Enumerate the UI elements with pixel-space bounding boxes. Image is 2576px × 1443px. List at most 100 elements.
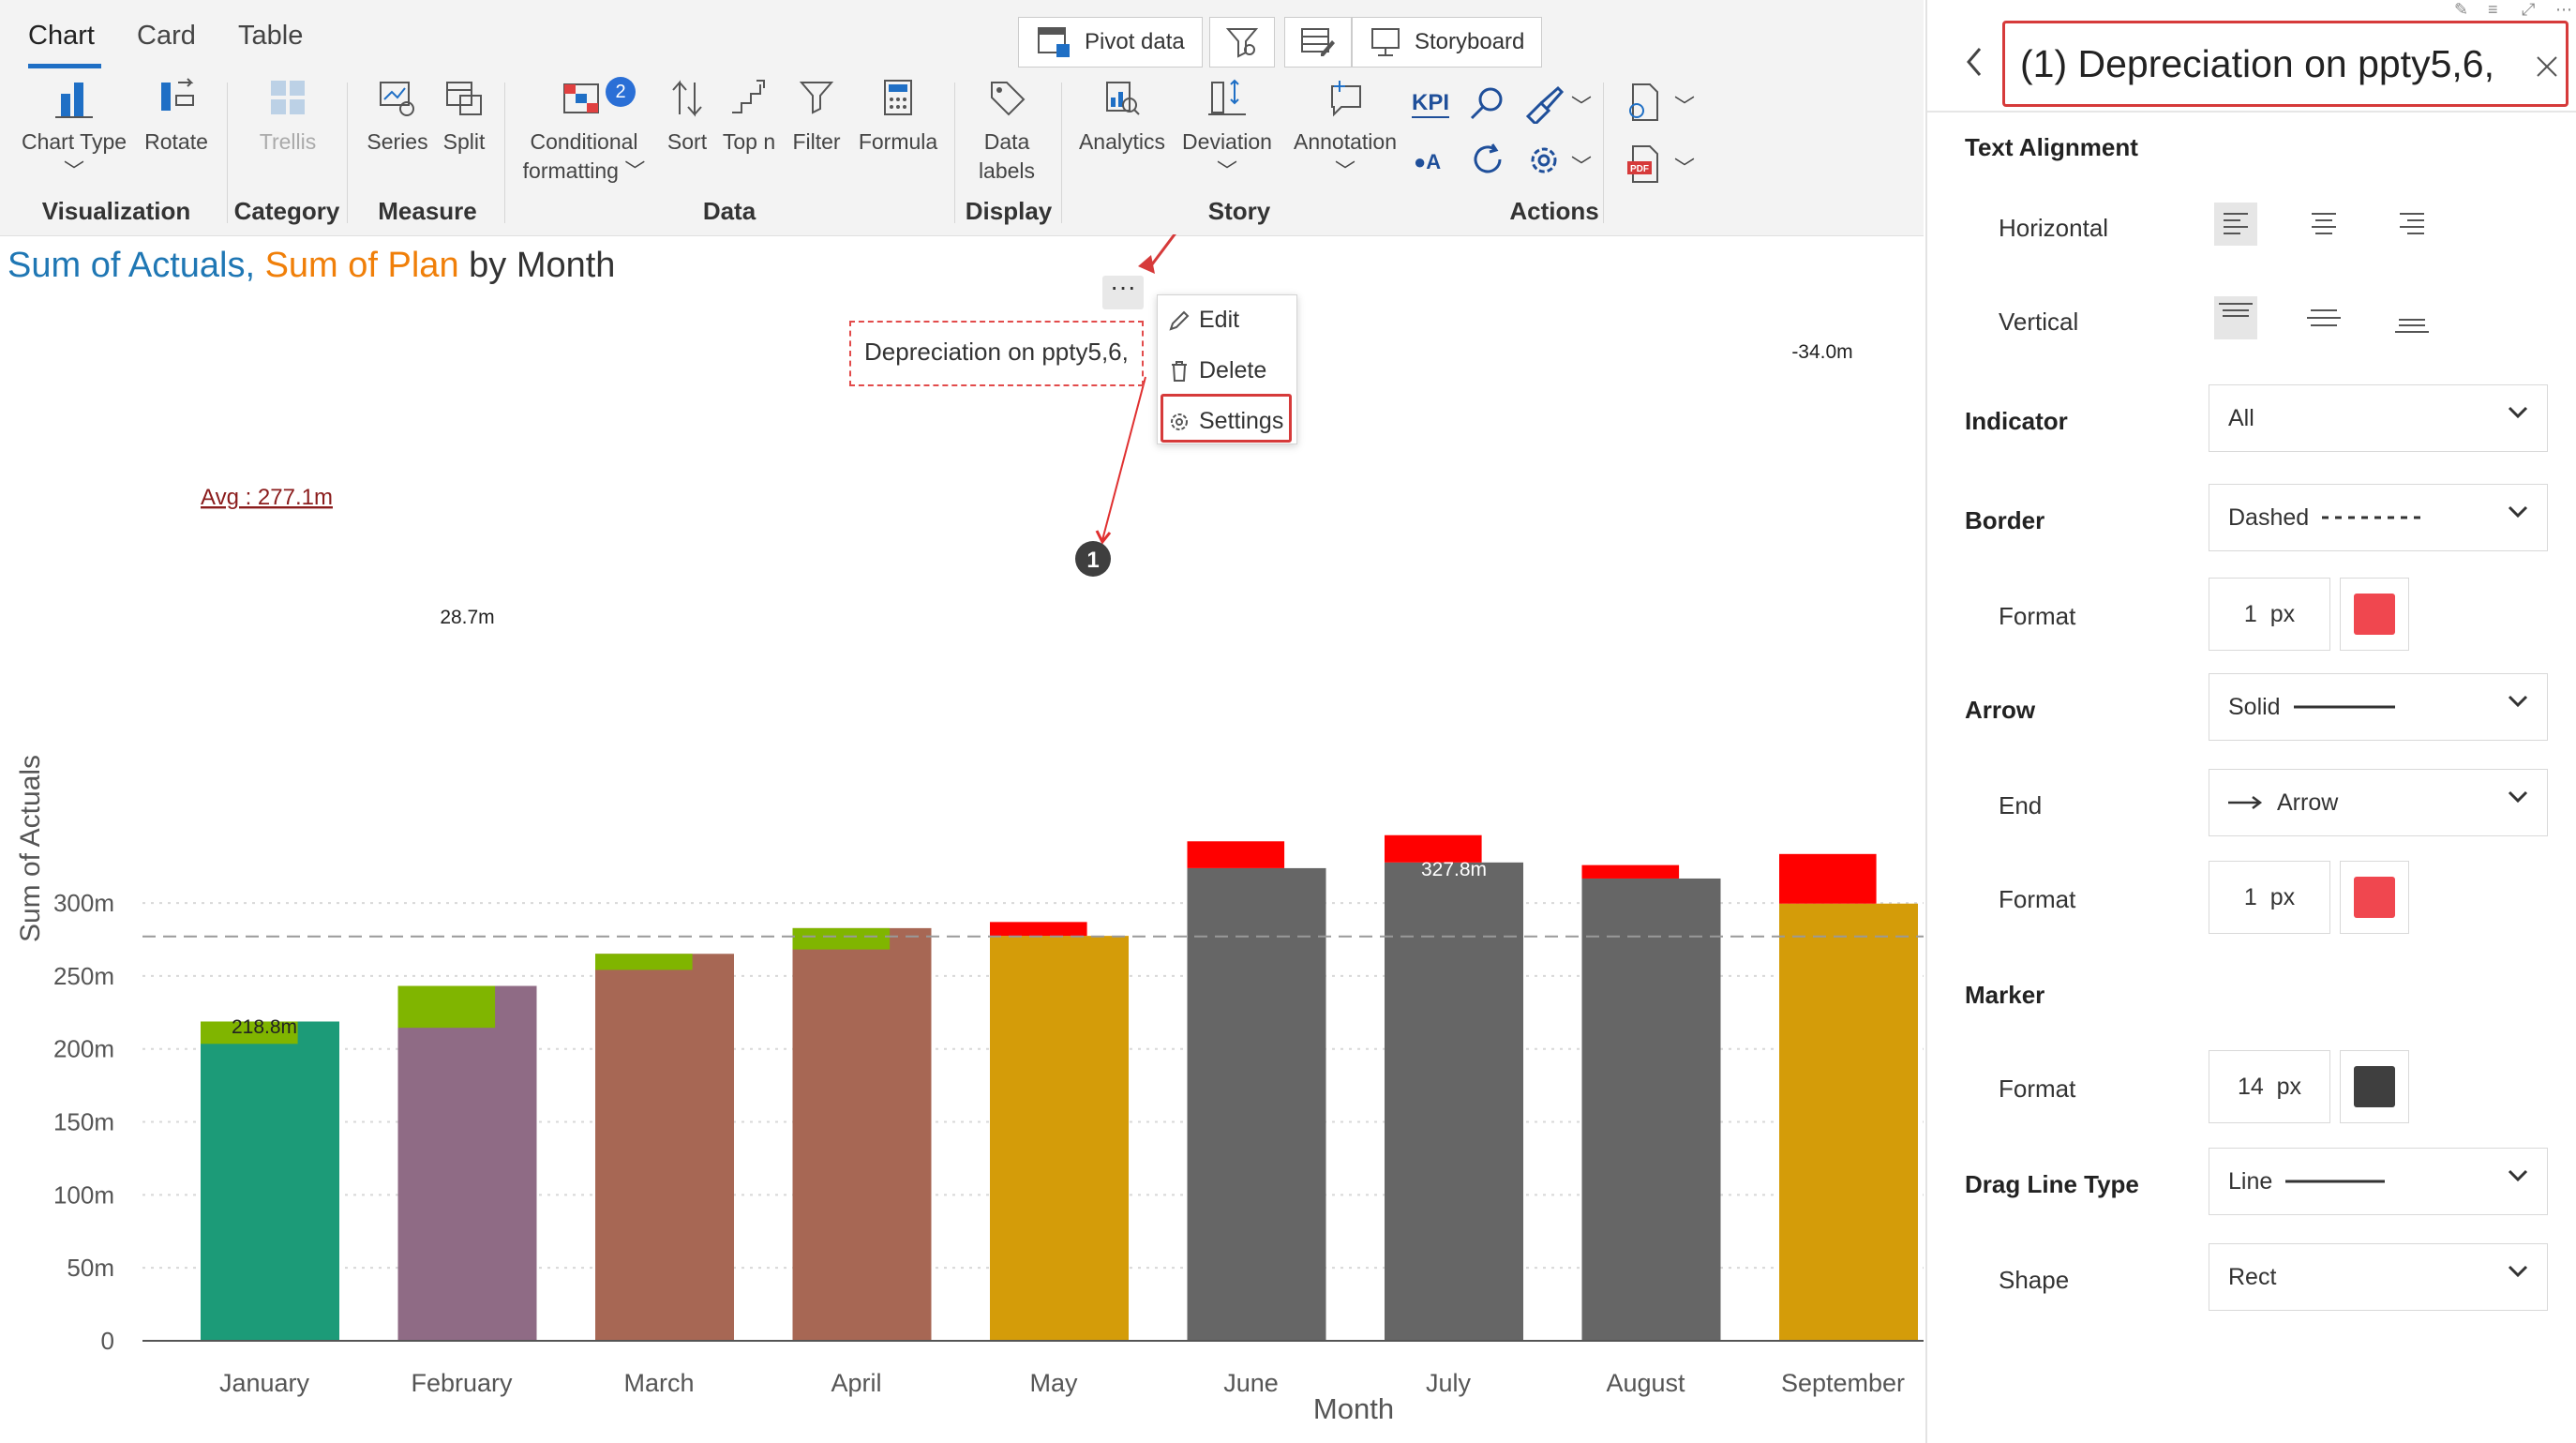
align-left-button[interactable]	[2214, 203, 2257, 246]
y-tick-label: 150m	[53, 1108, 114, 1136]
split-button[interactable]: Split	[435, 77, 493, 157]
pdf-icon[interactable]: PDF	[1624, 143, 1665, 186]
bar-variance-negative	[990, 922, 1087, 937]
arrow-style-select[interactable]: Solid	[2209, 673, 2548, 741]
data-label: 327.8m	[1421, 859, 1487, 880]
rotate-button[interactable]: Rotate	[139, 77, 214, 157]
tab-card[interactable]: Card	[137, 21, 196, 52]
chevron-down-icon[interactable]: ﹀	[1571, 150, 1592, 180]
filter-pane-button[interactable]	[1209, 17, 1275, 68]
series-button[interactable]: Series	[360, 77, 435, 157]
formula-button[interactable]: Formula	[853, 77, 943, 157]
export-settings-icon[interactable]	[1624, 81, 1665, 124]
back-chevron-icon[interactable]	[1963, 45, 1985, 79]
x-tick-label: March	[623, 1369, 694, 1397]
arrow-color-picker[interactable]	[2340, 861, 2409, 934]
storyboard-icon	[1371, 28, 1400, 56]
annotation-arrow-line	[1101, 376, 1146, 541]
group-separator	[1061, 83, 1062, 223]
menu-item-delete[interactable]: Delete	[1167, 357, 1266, 384]
analytics-button[interactable]: Analytics	[1072, 77, 1172, 157]
bar-actual	[397, 985, 537, 1341]
data-labels-button[interactable]: Data labels	[967, 77, 1046, 186]
group-separator	[1603, 83, 1604, 223]
chart-type-button[interactable]: Chart Type ﹀	[19, 77, 129, 186]
shape-select[interactable]: Rect	[2209, 1243, 2548, 1311]
bar-variance-negative	[1779, 853, 1877, 904]
pencil-icon	[1169, 310, 1190, 331]
close-icon[interactable]	[2535, 54, 2559, 79]
align-middle-button[interactable]	[2302, 296, 2345, 339]
dashed-line-icon	[2322, 516, 2428, 519]
filter-button[interactable]: Filter	[787, 77, 846, 157]
active-tab-indicator	[28, 64, 101, 68]
chevron-down-icon: ﹀	[1334, 159, 1355, 183]
border-color-picker[interactable]	[2340, 578, 2409, 651]
border-style-value: Dashed	[2228, 504, 2310, 531]
data-label: -34.0m	[1791, 341, 1852, 363]
tab-chart[interactable]: Chart	[28, 21, 95, 52]
chevron-down-icon	[2508, 406, 2528, 419]
indicator-select[interactable]: All	[2209, 384, 2548, 452]
kpi-button[interactable]: KPI	[1412, 90, 1450, 118]
arrow-end-select[interactable]: Arrow	[2209, 769, 2548, 836]
align-bottom-button[interactable]	[2390, 296, 2434, 339]
arrow-width-input[interactable]: 1 px	[2209, 861, 2330, 934]
search-icon[interactable]	[1468, 84, 1507, 124]
align-right-button[interactable]	[2390, 203, 2434, 246]
deviation-button[interactable]: Deviation ﹀	[1177, 77, 1277, 186]
top-n-button[interactable]: Top n	[718, 77, 780, 157]
gear-icon[interactable]	[1524, 141, 1564, 180]
chevron-down-icon[interactable]: ﹀	[1674, 152, 1695, 182]
y-tick-label: 250m	[53, 962, 114, 990]
solid-line-icon	[2285, 1180, 2386, 1183]
marker-size-input[interactable]: 14 px	[2209, 1050, 2330, 1123]
rotate-icon	[161, 78, 194, 111]
sort-button[interactable]: Sort	[662, 77, 712, 157]
data-label-line2: labels	[978, 158, 1036, 183]
group-separator	[504, 83, 505, 223]
chevron-down-icon[interactable]: ﹀	[1674, 90, 1695, 120]
menu-edit-label: Edit	[1199, 307, 1240, 333]
series-icon	[380, 82, 414, 116]
more-icon[interactable]: ⋯	[2555, 0, 2572, 20]
chevron-down-icon[interactable]: ﹀	[1571, 90, 1592, 120]
average-label: Avg : 277.1m	[201, 485, 333, 510]
border-width-input[interactable]: 1 px	[2209, 578, 2330, 651]
paint-brush-icon[interactable]	[1522, 84, 1565, 124]
x-axis-label: Month	[1313, 1392, 1394, 1425]
callout-arrow-head	[1138, 255, 1155, 274]
group-label-story: Story	[1207, 197, 1271, 225]
expand-icon[interactable]: ⤢	[2522, 0, 2535, 20]
y-tick-label: 100m	[53, 1180, 114, 1209]
panel-title[interactable]: (1) Depreciation on ppty5,6,	[2002, 21, 2569, 107]
border-width-unit: px	[2269, 600, 2296, 627]
pivot-data-button[interactable]: Pivot data	[1018, 17, 1203, 68]
y-tick-label: 50m	[67, 1254, 114, 1282]
filter-icon[interactable]: ≡	[2488, 0, 2498, 20]
drag-line-type-select[interactable]: Line	[2209, 1148, 2548, 1215]
menu-item-edit[interactable]: Edit	[1167, 307, 1239, 334]
trellis-button: Trellis	[246, 77, 330, 157]
marker-label: Marker	[1965, 981, 2045, 1009]
marker-color-picker[interactable]	[2340, 1050, 2409, 1123]
oa-button[interactable]: ●A	[1414, 150, 1441, 174]
annotation-box[interactable]: Depreciation on ppty5,6,	[849, 321, 1144, 386]
align-center-button[interactable]	[2302, 203, 2345, 246]
group-separator	[347, 83, 348, 223]
annotation-button[interactable]: Annotation ﹀	[1284, 77, 1406, 186]
group-label-display: Display	[965, 197, 1053, 225]
pin-icon[interactable]: ✎	[2454, 0, 2468, 20]
more-options-button[interactable]: ···	[1102, 274, 1144, 309]
storyboard-button[interactable]: Storyboard	[1352, 17, 1543, 68]
refresh-icon[interactable]	[1468, 141, 1507, 180]
tab-table[interactable]: Table	[238, 21, 303, 52]
group-label-visualization: Visualization	[41, 197, 191, 225]
border-style-select[interactable]: Dashed	[2209, 484, 2548, 551]
edit-table-button[interactable]	[1284, 17, 1352, 68]
align-top-button[interactable]	[2214, 296, 2257, 339]
bar-actual	[1385, 862, 1523, 1341]
menu-delete-label: Delete	[1199, 357, 1267, 383]
arrow-color-swatch	[2354, 877, 2395, 918]
filter-label: Filter	[792, 129, 841, 154]
